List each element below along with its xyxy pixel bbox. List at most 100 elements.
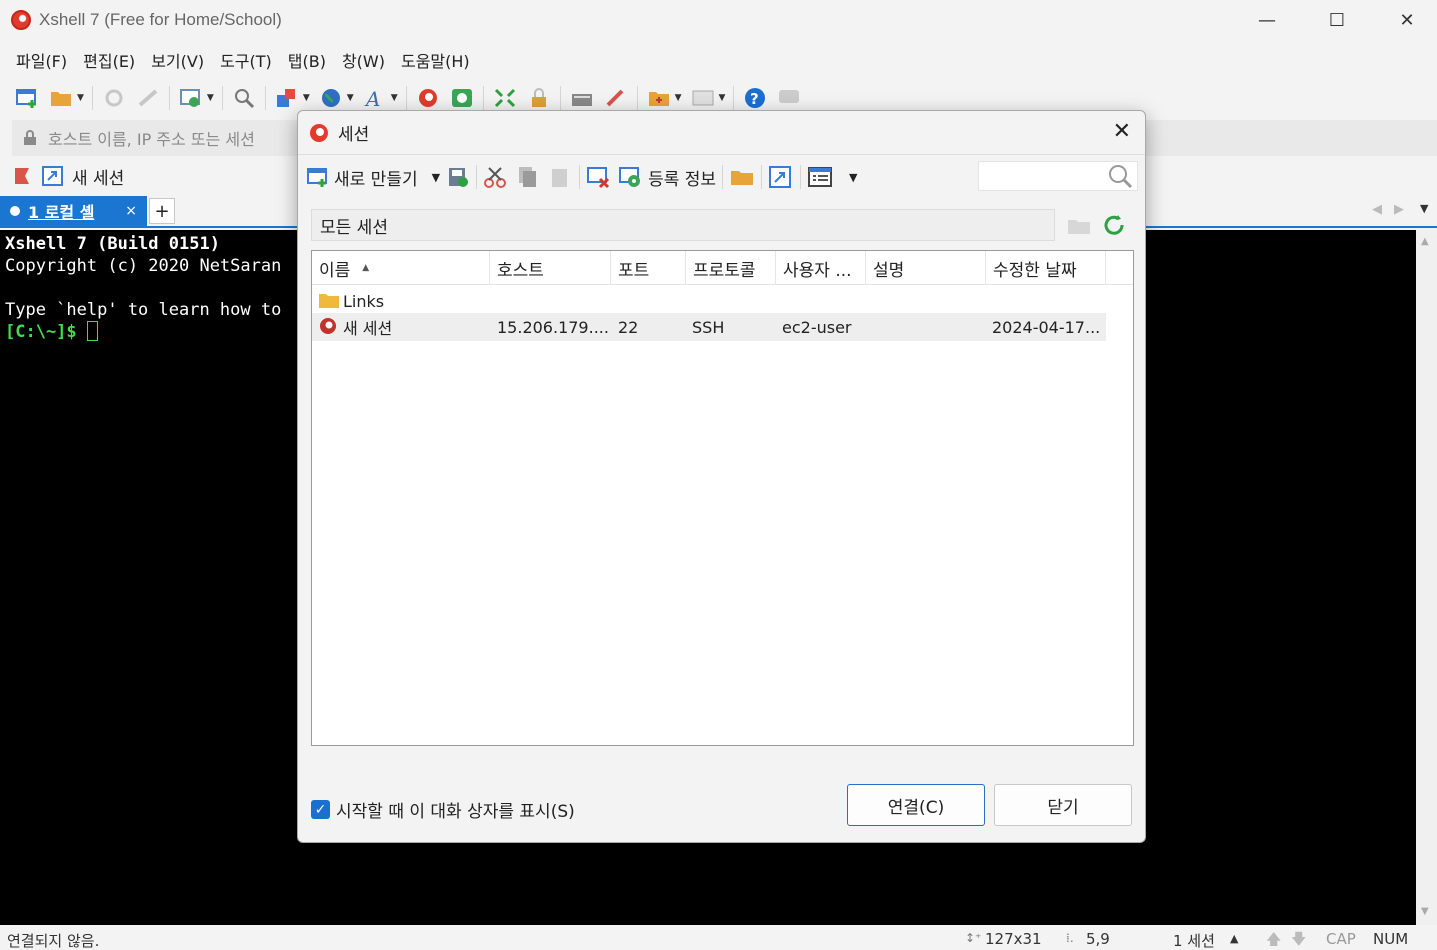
session-link-icon[interactable] (42, 166, 64, 186)
xshell-icon[interactable] (415, 86, 441, 110)
paste-icon[interactable] (547, 165, 573, 189)
menu-window[interactable]: 창(W) (334, 48, 393, 72)
keyboard-icon[interactable] (569, 86, 595, 110)
tab-list-dropdown-icon[interactable]: ▼ (1420, 202, 1428, 215)
toolbar-separator (91, 86, 93, 110)
copy-icon[interactable] (515, 165, 541, 189)
session-count: 1 세션 (1173, 932, 1215, 950)
properties-icon[interactable] (178, 86, 204, 110)
toolbar-separator (482, 86, 484, 110)
session-host: 15.206.179.... (497, 317, 609, 337)
terminal-scrollbar[interactable]: ▲ ▼ (1416, 230, 1437, 925)
xftp-icon[interactable] (449, 86, 475, 110)
list-item-session[interactable]: 새 세션 15.206.179.... 22 SSH ec2-user 2024… (312, 313, 1106, 341)
minimize-button[interactable]: — (1232, 0, 1302, 40)
disconnect-icon[interactable] (135, 86, 161, 110)
search-icon[interactable] (1107, 163, 1133, 189)
close-window-button[interactable]: ✕ (1372, 0, 1437, 40)
toolbar-separator (722, 165, 724, 189)
tab-scroll-left-icon[interactable]: ◀ (1372, 202, 1382, 217)
column-name-label: 이름 (319, 260, 351, 281)
view-dropdown-icon[interactable]: ▼ (849, 171, 857, 184)
menu-edit[interactable]: 편집(E) (75, 48, 143, 72)
view-mode-icon[interactable] (807, 165, 835, 189)
font-dropdown-icon[interactable]: ▼ (391, 93, 398, 103)
menu-view[interactable]: 보기(V) (143, 48, 212, 72)
terminal-prompt: [C:\~]$ (5, 322, 87, 342)
connect-button[interactable]: 연결(C) (847, 784, 985, 826)
properties-dropdown-icon[interactable]: ▼ (207, 93, 214, 103)
maximize-button[interactable]: ☐ (1302, 0, 1372, 40)
new-session-icon[interactable] (14, 86, 40, 110)
menu-file[interactable]: 파일(F) (8, 48, 75, 72)
font-icon[interactable]: A (362, 86, 388, 110)
xshell-logo-icon (310, 123, 328, 142)
links-session-label[interactable]: 새 세션 (72, 164, 124, 189)
show-on-startup-checkbox[interactable]: ✓ (311, 800, 330, 819)
create-shortcut-icon[interactable] (768, 165, 794, 189)
session-search-input[interactable] (978, 161, 1138, 191)
folder-dropdown-icon[interactable]: ▼ (675, 93, 682, 103)
prev-arrow-icon[interactable]: 🡅 (1266, 929, 1281, 950)
next-arrow-icon[interactable]: 🡇 (1291, 929, 1306, 950)
column-modified[interactable]: 수정한 날짜 (986, 251, 1106, 285)
chat-icon[interactable] (776, 86, 802, 110)
terminal-size: 127x31 (985, 930, 1042, 948)
list-item-folder[interactable]: Links (312, 287, 1106, 315)
properties-button[interactable]: 등록 정보 (618, 165, 716, 190)
column-host[interactable]: 호스트 (490, 251, 611, 285)
cut-icon[interactable] (483, 165, 509, 189)
session-list-header: 이름 ▲ 호스트 포트 프로토콜 사용자 ... 설명 수정한 날짜 (312, 251, 1133, 285)
transfer-dropdown-icon[interactable]: ▼ (303, 93, 310, 103)
reconnect-icon[interactable] (101, 86, 127, 110)
find-icon[interactable] (231, 86, 257, 110)
tab-close-button[interactable]: × (125, 203, 137, 219)
tab-local-shell[interactable]: 1 로컬 셸 × (0, 196, 147, 226)
lock-icon[interactable] (526, 86, 552, 110)
terminal-cursor (86, 321, 98, 341)
session-path: 모든 세션 (311, 209, 1055, 241)
scroll-up-icon[interactable]: ▲ (1421, 236, 1429, 247)
open-folder-icon[interactable] (729, 165, 755, 189)
open-dropdown-icon[interactable]: ▼ (77, 93, 84, 103)
column-port[interactable]: 포트 (611, 251, 686, 285)
save-icon[interactable] (446, 165, 470, 189)
folder-icon (319, 294, 339, 308)
globe-icon[interactable] (318, 86, 344, 110)
column-user[interactable]: 사용자 ... (776, 251, 866, 285)
close-button[interactable]: 닫기 (994, 784, 1132, 826)
new-folder-icon[interactable] (646, 86, 672, 110)
column-description[interactable]: 설명 (866, 251, 986, 285)
dialog-close-icon[interactable]: ✕ (1113, 119, 1131, 144)
size-icon: ↕⁺ (965, 931, 982, 945)
transfer-icon[interactable] (274, 86, 300, 110)
window-title: Xshell 7 (Free for Home/School) (39, 10, 282, 29)
refresh-icon[interactable] (1100, 211, 1128, 239)
fullscreen-icon[interactable] (492, 86, 518, 110)
new-dropdown-icon[interactable]: ▼ (432, 171, 440, 184)
scroll-down-icon[interactable]: ▼ (1421, 906, 1429, 917)
session-list[interactable]: 이름 ▲ 호스트 포트 프로토콜 사용자 ... 설명 수정한 날짜 Links… (311, 250, 1134, 746)
show-on-startup-option[interactable]: ✓ 시작할 때 이 대화 상자를 표시(S) (311, 797, 575, 822)
layout-dropdown-icon[interactable]: ▼ (719, 93, 726, 103)
layout-icon[interactable] (690, 86, 716, 110)
column-protocol[interactable]: 프로토콜 (686, 251, 776, 285)
open-folder-icon[interactable] (48, 86, 74, 110)
session-up-icon[interactable]: ▲ (1230, 932, 1238, 945)
links-bookmark-icon[interactable] (12, 166, 34, 186)
new-tab-button[interactable]: + (149, 198, 175, 224)
delete-icon[interactable] (586, 165, 612, 189)
new-session-button[interactable]: 새로 만들기 (306, 165, 418, 190)
column-name[interactable]: 이름 ▲ (312, 251, 490, 285)
help-icon[interactable]: ? (742, 86, 768, 110)
globe-dropdown-icon[interactable]: ▼ (347, 93, 354, 103)
menu-help[interactable]: 도움말(H) (393, 48, 478, 72)
highlight-icon[interactable] (603, 86, 629, 110)
menu-tools[interactable]: 도구(T) (212, 48, 280, 72)
menu-tab[interactable]: 탭(B) (280, 48, 334, 72)
tab-status-dot-icon (10, 206, 20, 216)
toolbar-separator (168, 86, 170, 110)
tab-scroll-right-icon[interactable]: ▶ (1394, 202, 1404, 217)
show-on-startup-label: 시작할 때 이 대화 상자를 표시(S) (336, 802, 575, 822)
folder-up-icon[interactable] (1066, 214, 1092, 238)
